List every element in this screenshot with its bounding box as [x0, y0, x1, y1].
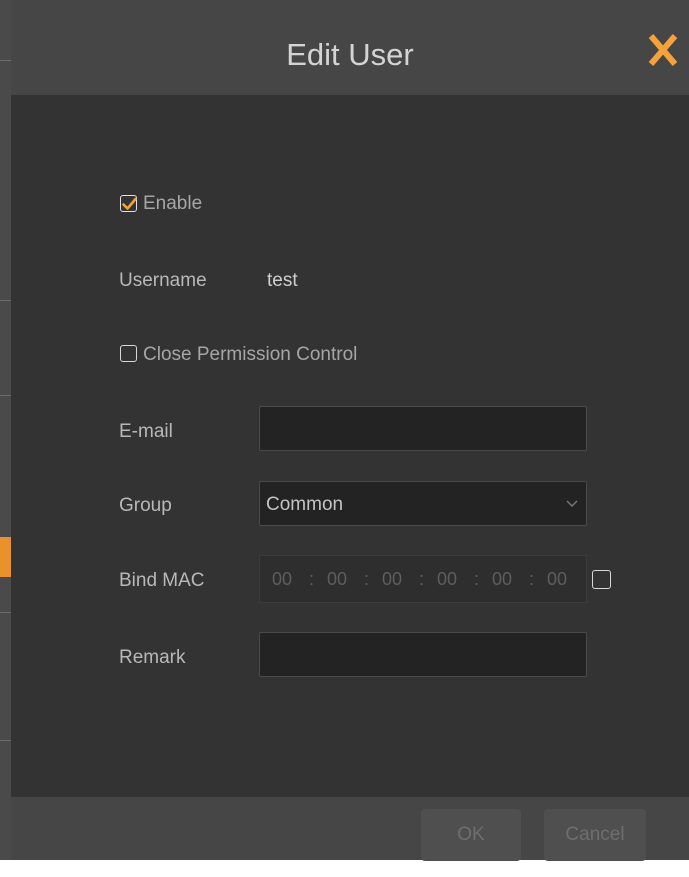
chevron-down-icon — [566, 500, 578, 507]
cancel-button[interactable]: Cancel — [544, 809, 646, 861]
divider — [0, 60, 11, 61]
dialog-title: Edit User — [286, 37, 414, 72]
mac-separator: : — [419, 569, 425, 589]
edit-user-dialog: Edit User Enable Username test Close Per… — [11, 0, 689, 861]
close-button[interactable] — [645, 30, 681, 70]
enable-label: Enable — [143, 193, 203, 214]
mac-octet-3: 00 — [382, 569, 403, 589]
username-value: test — [267, 270, 298, 291]
mac-octet-2: 00 — [327, 569, 348, 589]
mac-octet-1: 00 — [272, 569, 293, 589]
mac-separator: : — [529, 569, 535, 589]
mac-octet-5: 00 — [492, 569, 513, 589]
remark-input[interactable] — [259, 632, 587, 677]
divider — [0, 612, 11, 613]
group-selected-value: Common — [266, 494, 344, 515]
dialog-titlebar: Edit User — [11, 0, 689, 95]
bind-mac-input[interactable]: 00 : 00 : 00 : 00 : 00 : 00 — [259, 555, 587, 603]
email-input[interactable] — [259, 406, 587, 451]
background-selection-accent — [0, 537, 11, 577]
background-window-edge — [0, 0, 11, 860]
bind-mac-checkbox[interactable] — [592, 570, 611, 589]
close-permission-checkbox[interactable] — [120, 345, 137, 362]
checkmark-icon — [122, 197, 137, 210]
username-label: Username — [119, 270, 207, 291]
background-strip — [0, 860, 689, 877]
divider — [0, 740, 11, 741]
email-label: E-mail — [119, 421, 173, 442]
remark-label: Remark — [119, 647, 186, 668]
close-x-icon — [648, 34, 678, 66]
close-permission-label: Close Permission Control — [143, 344, 358, 365]
divider — [0, 300, 11, 301]
mac-octet-6: 00 — [547, 569, 568, 589]
mac-separator: : — [309, 569, 315, 589]
mac-octet-4: 00 — [437, 569, 458, 589]
group-label: Group — [119, 495, 172, 516]
bind-mac-label: Bind MAC — [119, 570, 205, 591]
dialog-footer: OK Cancel — [11, 797, 689, 861]
mac-separator: : — [474, 569, 480, 589]
mac-separator: : — [364, 569, 370, 589]
group-select[interactable]: Common — [259, 481, 587, 526]
divider — [0, 395, 11, 396]
ok-button[interactable]: OK — [421, 809, 521, 861]
enable-checkbox[interactable] — [120, 195, 137, 212]
